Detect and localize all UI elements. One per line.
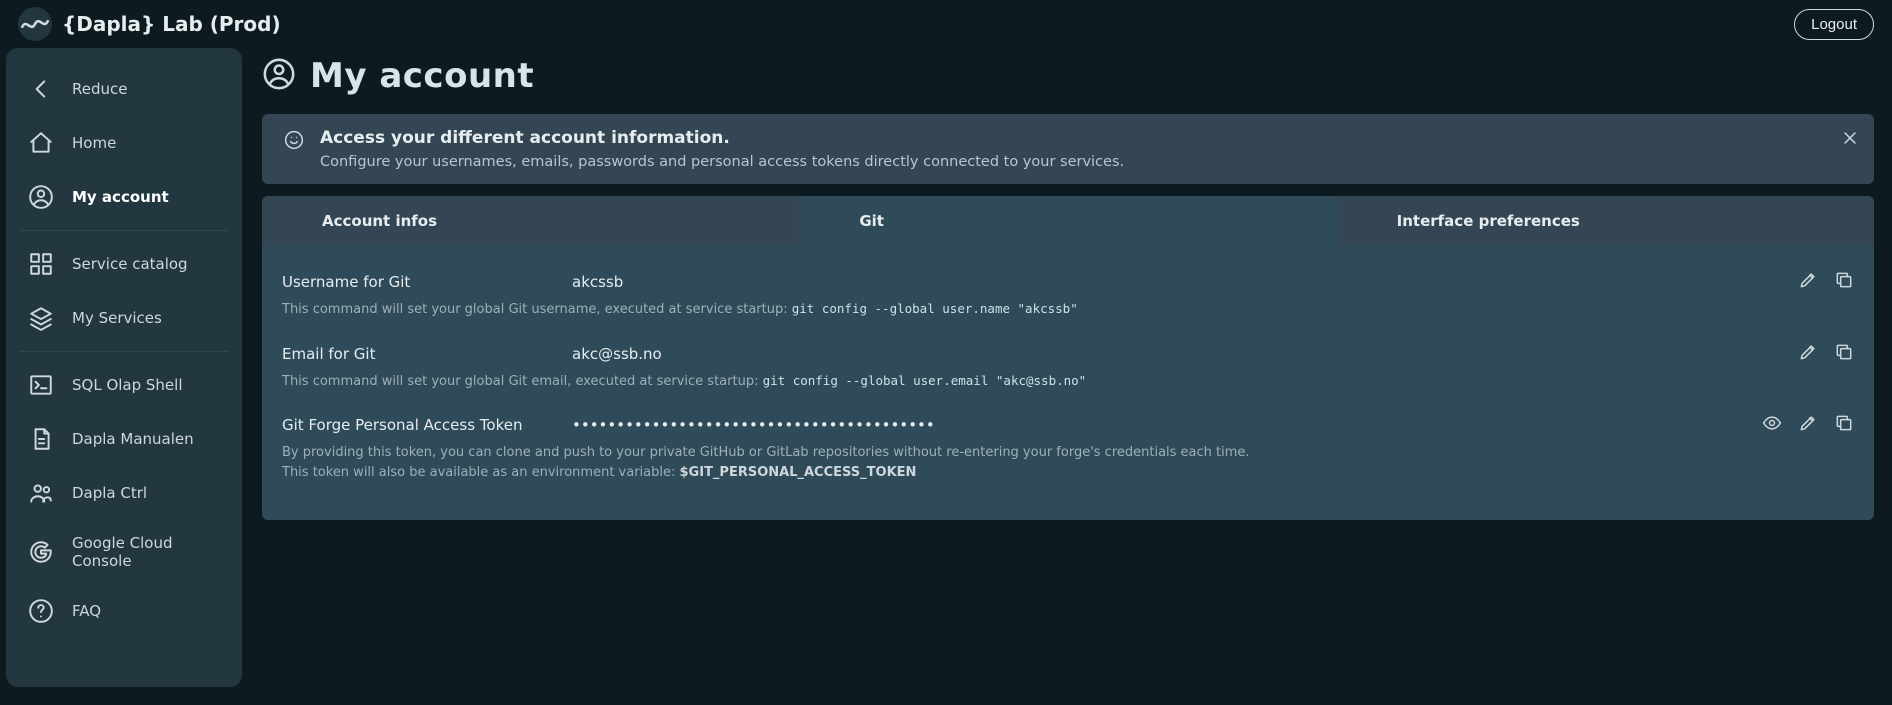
sidebar-item-label: Dapla Manualen	[72, 430, 194, 448]
help-circle-icon	[28, 598, 54, 624]
chevron-left-icon	[28, 76, 54, 102]
pencil-icon	[1798, 413, 1818, 437]
row-git-username: Username for Git akcssb	[282, 260, 1854, 298]
sidebar-item-gcp[interactable]: Google Cloud Console	[6, 520, 242, 584]
sidebar-item-manual[interactable]: Dapla Manualen	[6, 412, 242, 466]
sidebar-item-label: Home	[72, 134, 116, 152]
git-username-label: Username for Git	[282, 273, 572, 291]
git-token-value: ••••••••••••••••••••••••••••••••••••••••…	[572, 416, 1762, 434]
user-circle-icon	[28, 184, 54, 210]
sidebar-item-faq[interactable]: FAQ	[6, 584, 242, 638]
row-git-token: Git Forge Personal Access Token ••••••••…	[282, 403, 1854, 441]
sidebar-item-sql[interactable]: SQL Olap Shell	[6, 358, 242, 412]
users-icon	[28, 480, 54, 506]
git-token-label: Git Forge Personal Access Token	[282, 416, 572, 434]
page-title-row: My account	[262, 56, 1874, 96]
sidebar-item-services[interactable]: My Services	[6, 291, 242, 345]
git-token-help: By providing this token, you can clone a…	[282, 443, 1854, 482]
row-git-email: Email for Git akc@ssb.no	[282, 332, 1854, 370]
logout-button[interactable]: Logout	[1794, 9, 1874, 40]
tabs: Account infos Git Interface preferences	[262, 196, 1874, 246]
git-username-help: This command will set your global Git us…	[282, 300, 1854, 320]
divider	[20, 230, 228, 231]
reveal-token-button[interactable]	[1762, 413, 1782, 437]
sidebar-item-label: FAQ	[72, 602, 101, 620]
content: My account Access your different account…	[262, 48, 1874, 687]
copy-icon	[1834, 342, 1854, 366]
banner-subtitle: Configure your usernames, emails, passwo…	[320, 154, 1124, 170]
copy-icon	[1834, 270, 1854, 294]
sidebar-item-catalog[interactable]: Service catalog	[6, 237, 242, 291]
edit-username-button[interactable]	[1798, 270, 1818, 294]
sidebar-item-label: Service catalog	[72, 255, 188, 273]
git-email-label: Email for Git	[282, 345, 572, 363]
copy-icon	[1834, 413, 1854, 437]
sidebar-item-home[interactable]: Home	[6, 116, 242, 170]
sidebar-item-label: My account	[72, 188, 169, 206]
edit-token-button[interactable]	[1798, 413, 1818, 437]
sidebar-item-label: Reduce	[72, 80, 127, 98]
home-icon	[28, 130, 54, 156]
copy-email-button[interactable]	[1834, 342, 1854, 366]
google-icon	[28, 539, 54, 565]
sidebar-item-account[interactable]: My account	[6, 170, 242, 224]
pencil-icon	[1798, 270, 1818, 294]
user-circle-icon	[262, 57, 296, 95]
git-username-value: akcssb	[572, 273, 1798, 291]
copy-token-button[interactable]	[1834, 413, 1854, 437]
grid-icon	[28, 251, 54, 277]
page-title: My account	[310, 56, 534, 96]
copy-username-button[interactable]	[1834, 270, 1854, 294]
document-icon	[28, 426, 54, 452]
info-banner: Access your different account informatio…	[262, 114, 1874, 184]
sidebar-item-label: My Services	[72, 309, 162, 327]
close-icon	[1840, 136, 1860, 152]
git-email-value: akc@ssb.no	[572, 345, 1798, 363]
tab-account-infos[interactable]: Account infos	[262, 196, 799, 246]
tab-interface-prefs[interactable]: Interface preferences	[1337, 196, 1874, 246]
sidebar: Reduce Home My account Service catalog	[6, 48, 242, 687]
sidebar-item-label: Google Cloud Console	[72, 534, 220, 570]
app-name: {Dapla} Lab (Prod)	[62, 12, 281, 36]
sidebar-item-label: SQL Olap Shell	[72, 376, 183, 394]
layers-icon	[28, 305, 54, 331]
divider	[20, 351, 228, 352]
brand: {Dapla} Lab (Prod)	[18, 7, 281, 41]
account-card: Account infos Git Interface preferences …	[262, 196, 1874, 520]
smile-icon	[284, 128, 304, 154]
banner-title: Access your different account informatio…	[320, 128, 1124, 148]
pencil-icon	[1798, 342, 1818, 366]
brand-logo-icon	[18, 7, 52, 41]
terminal-icon	[28, 372, 54, 398]
close-banner-button[interactable]	[1840, 128, 1860, 152]
edit-email-button[interactable]	[1798, 342, 1818, 366]
sidebar-reduce[interactable]: Reduce	[6, 62, 242, 116]
tab-git[interactable]: Git	[799, 196, 1336, 246]
sidebar-item-label: Dapla Ctrl	[72, 484, 147, 502]
git-email-help: This command will set your global Git em…	[282, 372, 1854, 392]
sidebar-item-ctrl[interactable]: Dapla Ctrl	[6, 466, 242, 520]
eye-icon	[1762, 413, 1782, 437]
